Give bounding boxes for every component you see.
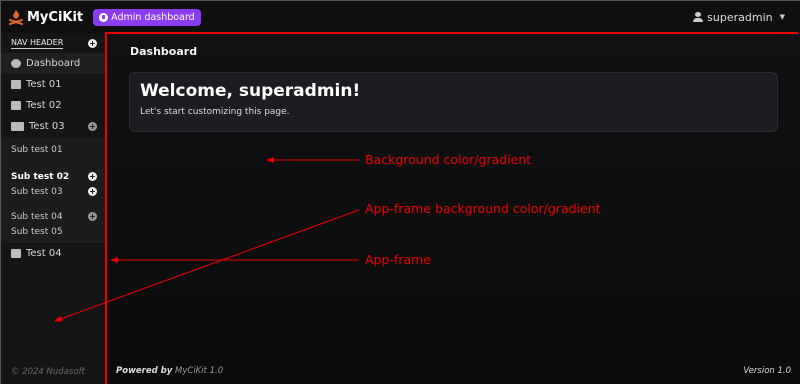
id-card-icon [11, 101, 21, 110]
user-name: superadmin [707, 10, 773, 24]
top-bar: MyCiKit Admin dashboard superadmin ▼ [1, 1, 800, 33]
subitem-label: Sub test 04 [11, 211, 63, 222]
plus-circle-icon[interactable]: + [88, 212, 97, 221]
sidebar-subitem-05[interactable]: Sub test 05 [1, 224, 106, 239]
welcome-text: Let's start customizing this page. [140, 107, 290, 117]
user-menu[interactable]: superadmin ▼ [693, 11, 785, 24]
dashboard-icon [99, 12, 109, 22]
admin-dashboard-label: Admin dashboard [111, 11, 195, 23]
annotation-background: Background color/gradient [365, 152, 532, 167]
admin-dashboard-button[interactable]: Admin dashboard [93, 8, 201, 26]
plus-circle-icon[interactable]: + [88, 187, 97, 196]
cart-icon [11, 80, 21, 89]
sidebar-item-label: Dashboard [26, 58, 81, 69]
sidebar-item-label: Test 03 [29, 121, 65, 132]
page-title: Dashboard [130, 45, 198, 58]
brand-name: MyCiKit [27, 9, 84, 25]
submenu: Sub test 01 Sub test 02 + Sub test 03 + … [1, 137, 106, 243]
sidebar-item-label: Test 01 [26, 79, 62, 90]
copyright: © 2024 Nudasoft [11, 367, 85, 377]
plus-circle-icon[interactable]: + [88, 122, 97, 131]
sidebar: NAV HEADER + Dashboard Test 01 Test 02 T… [1, 33, 106, 384]
user-icon [693, 12, 704, 22]
campfire-logo-icon [9, 10, 23, 25]
card-icon [11, 249, 21, 258]
users-icon [11, 122, 24, 131]
subitem-label: Sub test 05 [11, 226, 63, 237]
welcome-card: Welcome, superadmin! Let's start customi… [129, 72, 778, 132]
dashboard-icon [11, 59, 21, 68]
nav-header: NAV HEADER + [1, 33, 106, 53]
subitem-label: Sub test 03 [11, 186, 63, 197]
sidebar-item-test-02[interactable]: Test 02 [1, 95, 106, 116]
sidebar-subitem-04[interactable]: Sub test 04 + [1, 209, 106, 224]
powered-by: Powered by MyCiKit 1.0 [116, 366, 223, 376]
version-label: Version 1.0 [743, 366, 791, 376]
powered-by-label: Powered by [116, 366, 173, 376]
sidebar-item-test-04[interactable]: Test 04 [1, 243, 106, 264]
sidebar-subitem-03[interactable]: Sub test 03 + [1, 184, 106, 199]
sidebar-item-test-03[interactable]: Test 03 + [1, 116, 106, 137]
nav-header-label: NAV HEADER [11, 37, 64, 49]
plus-circle-icon[interactable]: + [88, 38, 97, 48]
subitem-label: Sub test 01 [11, 145, 63, 155]
brand[interactable]: MyCiKit [9, 9, 83, 25]
sidebar-subitem-01[interactable]: Sub test 01 [1, 141, 106, 159]
annotation-app-frame: App-frame [365, 252, 431, 267]
sidebar-item-label: Test 02 [26, 100, 62, 111]
product-link[interactable]: MyCiKit 1.0 [175, 366, 223, 376]
annotation-app-frame-bg: App-frame background color/gradient [365, 201, 601, 216]
plus-circle-icon[interactable]: + [88, 172, 97, 181]
subitem-label: Sub test 02 [11, 171, 70, 182]
sidebar-item-dashboard[interactable]: Dashboard [1, 53, 106, 74]
welcome-title: Welcome, superadmin! [140, 81, 361, 101]
caret-down-icon: ▼ [779, 13, 785, 21]
sidebar-subitem-02[interactable]: Sub test 02 + [1, 169, 106, 184]
sidebar-item-test-01[interactable]: Test 01 [1, 74, 106, 95]
sidebar-item-label: Test 04 [26, 248, 62, 259]
